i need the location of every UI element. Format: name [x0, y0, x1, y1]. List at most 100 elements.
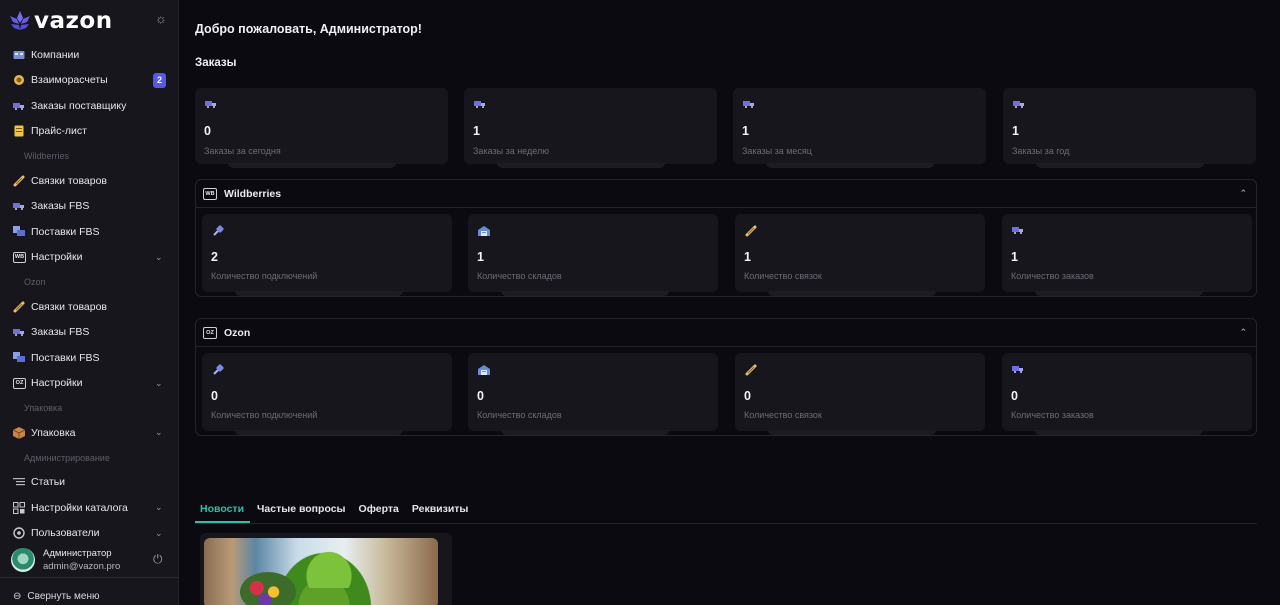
power-icon[interactable]: ⏻ [153, 552, 166, 566]
main-content: Добро пожаловать, Администратор! Заказы … [179, 0, 1280, 605]
sidebar-item-label: Связки товаров [31, 300, 108, 313]
user-info: Администратор admin@vazon.pro [43, 548, 120, 572]
collapse-label: Свернуть меню [27, 591, 100, 602]
logo[interactable]: vazon ☼ [0, 0, 178, 42]
stat-label: Количество заказов [1011, 410, 1094, 420]
ozon-panel: OZ Ozon ⌃ 0 Количество подключений 0 Кол… [195, 318, 1257, 436]
wildberries-panel: WB Wildberries ⌃ 2 Количество подключени… [195, 179, 1257, 297]
stat-card-orders-month: 1 Заказы за месяц [733, 88, 986, 168]
oz-icon: OZ [203, 326, 217, 339]
ozon-stat-connections: 0 Количество подключений [202, 353, 452, 435]
sidebar-item-ozon-links[interactable]: Связки товаров [0, 294, 178, 320]
card-shadow [768, 291, 936, 296]
chevron-down-icon: ⌄ [155, 502, 163, 512]
wb-icon: WB [13, 251, 26, 263]
sidebar-item-catalog-settings[interactable]: Настройки каталога ⌄ [0, 495, 178, 521]
user-email: admin@vazon.pro [43, 560, 121, 572]
sun-icon[interactable]: ☼ [154, 12, 168, 26]
sidebar-item-ozon-settings[interactable]: OZ Настройки ⌄ [0, 371, 178, 397]
wb-stat-warehouses: 1 Количество складов [468, 214, 718, 296]
news-card[interactable] [200, 533, 452, 605]
plug-icon [212, 225, 224, 240]
sidebar-item-wb-fbs-supplies[interactable]: Поставки FBS [0, 219, 178, 245]
sidebar-section-ozon: Ozon [24, 277, 46, 287]
collapse-menu-button[interactable]: ⊖ Свернуть меню [0, 577, 178, 605]
link-icon [745, 364, 757, 379]
sidebar-item-wb-settings[interactable]: WB Настройки ⌄ [0, 245, 178, 271]
sidebar-section-admin: Администрирование [24, 452, 110, 463]
sidebar-item-label: Заказы поставщику [31, 99, 127, 112]
stat-label: Заказы за год [1012, 146, 1070, 156]
sidebar-item-companies[interactable]: Компании [0, 42, 178, 68]
sidebar-item-wb-links[interactable]: Связки товаров [0, 168, 178, 194]
ozon-stat-links: 0 Количество связок [735, 353, 985, 435]
user-name: Администратор [43, 547, 112, 559]
oz-icon: OZ [13, 377, 26, 389]
articles-icon [13, 476, 25, 488]
coins-icon [13, 74, 25, 86]
card-shadow [501, 430, 669, 435]
truck-icon [1013, 100, 1025, 109]
stat-value: 0 [1011, 389, 1018, 403]
stat-label: Заказы за сегодня [204, 146, 281, 156]
sidebar-item-packaging[interactable]: Упаковка ⌄ [0, 420, 178, 446]
truck-icon [1012, 364, 1024, 376]
truck-icon [1012, 225, 1024, 237]
stat-value: 1 [1012, 124, 1019, 138]
stat-card-orders-year: 1 Заказы за год [1003, 88, 1256, 168]
sidebar-item-label: Пользователи [31, 527, 100, 540]
stat-label: Заказы за неделю [473, 146, 549, 156]
tab-faq[interactable]: Частые вопросы [252, 500, 352, 523]
sidebar-item-price-list[interactable]: Прайс-лист [0, 119, 178, 145]
wildberries-panel-header[interactable]: WB Wildberries ⌃ [196, 180, 1256, 208]
tab-offer[interactable]: Оферта [354, 500, 405, 523]
sidebar-item-label: Заказы FBS [31, 200, 90, 213]
card-shadow [228, 163, 396, 168]
sidebar-item-wb-fbs-orders[interactable]: Заказы FBS [0, 194, 178, 220]
panel-title: Ozon [224, 326, 251, 339]
plug-icon [212, 364, 224, 379]
truck-icon [474, 100, 486, 109]
stat-label: Количество складов [477, 271, 562, 281]
delivery-icon [13, 226, 25, 238]
catalog-icon [13, 501, 25, 514]
sidebar-item-supplier-orders[interactable]: Заказы поставщику [0, 93, 178, 119]
card-shadow [235, 291, 403, 296]
users-icon [13, 527, 25, 539]
stat-value: 0 [744, 389, 751, 403]
truck-icon [13, 326, 25, 338]
plant-shape [284, 538, 374, 588]
card-shadow [1035, 291, 1203, 296]
tab-news[interactable]: Новости [195, 500, 251, 523]
chevron-down-icon: ⌄ [155, 427, 163, 437]
wb-icon: WB [203, 187, 217, 200]
tab-requisites[interactable]: Реквизиты [407, 500, 475, 523]
sidebar-item-ozon-fbs-orders[interactable]: Заказы FBS [0, 320, 178, 346]
stat-label: Количество подключений [211, 271, 318, 281]
user-profile[interactable]: Администратор admin@vazon.pro ⏻ [0, 543, 178, 576]
truck-icon [743, 100, 755, 109]
sidebar-item-articles[interactable]: Статьи [0, 470, 178, 496]
chevron-up-icon[interactable]: ⌃ [1239, 327, 1247, 338]
sidebar-item-ozon-fbs-supplies[interactable]: Поставки FBS [0, 345, 178, 371]
truck-icon [13, 200, 25, 212]
sidebar-item-label: Прайс-лист [31, 125, 87, 138]
avatar [11, 547, 35, 572]
building-icon [13, 49, 25, 61]
card-shadow [768, 430, 936, 435]
wb-stat-connections: 2 Количество подключений [202, 214, 452, 296]
stat-card-orders-week: 1 Заказы за неделю [464, 88, 717, 168]
chevron-down-icon: ⌄ [155, 377, 163, 388]
box-icon [13, 426, 25, 439]
chevron-up-icon[interactable]: ⌃ [1239, 188, 1247, 199]
sidebar-section-packaging: Упаковка [24, 403, 63, 413]
card-shadow [1036, 163, 1204, 168]
ozon-panel-header[interactable]: OZ Ozon ⌃ [196, 319, 1256, 347]
sidebar-item-label: Настройки каталога [31, 501, 128, 514]
app-root: vazon ☼ Компании Взаиморасчеты 2 Заказы … [0, 0, 1280, 605]
card-shadow [235, 430, 403, 435]
sidebar-item-label: Настройки [31, 377, 83, 390]
ozon-stat-warehouses: 0 Количество складов [468, 353, 718, 435]
sidebar-item-settlements[interactable]: Взаиморасчеты 2 [0, 68, 178, 94]
stat-value: 1 [473, 124, 480, 138]
